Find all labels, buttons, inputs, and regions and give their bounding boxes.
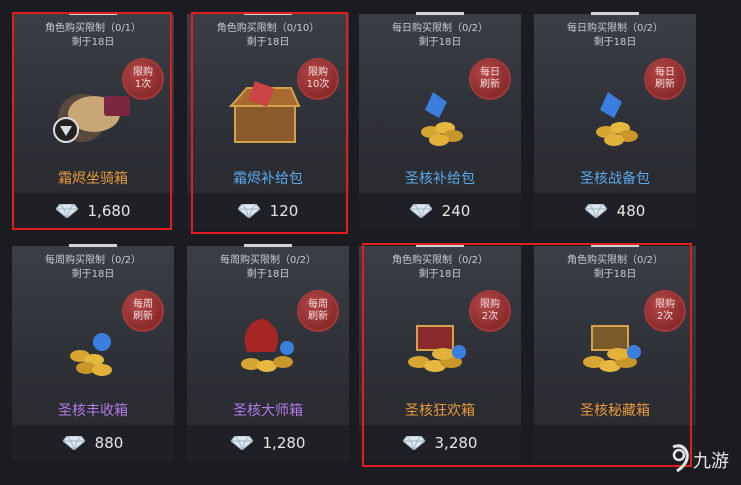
purchase-limit: 角色购买限制（0/10） xyxy=(216,23,320,34)
purchase-limit: 每日购买限制（0/2） xyxy=(391,23,489,34)
price-value: 1,280 xyxy=(262,434,306,452)
purchase-limit: 每周购买限制（0/2） xyxy=(44,255,142,266)
limit-stamp: 限购 1次 xyxy=(122,58,164,100)
diamond-icon xyxy=(409,204,432,218)
price-value: 240 xyxy=(441,202,471,220)
nine-game-logo-icon: 九游 xyxy=(672,444,729,473)
purchase-limit: 角色购买限制（0/2） xyxy=(566,255,664,266)
item-name: 圣核秘藏箱 xyxy=(580,403,650,419)
time-remaining: 剩于18日 xyxy=(246,37,290,48)
price-bar[interactable]: 1,280 xyxy=(187,425,349,461)
price-value: 480 xyxy=(616,202,646,220)
price-value: 880 xyxy=(94,434,124,452)
shop-card[interactable]: 角色购买限制（0/2） 剩于18日 限购 2次 圣核狂欢箱 3,280 xyxy=(359,244,521,461)
time-remaining: 剩于18日 xyxy=(418,269,462,280)
svg-text:九游: 九游 xyxy=(693,451,729,472)
price-value: 1,680 xyxy=(87,202,131,220)
diamond-icon xyxy=(230,436,253,450)
shop-card[interactable]: 角色购买限制（0/1） 剩于18日 限购 1次 霜烬坐骑箱 1,680 xyxy=(12,12,174,229)
limit-stamp: 限购 10次 xyxy=(297,58,339,100)
purchase-limit: 每周购买限制（0/2） xyxy=(219,255,317,266)
purchase-limit: 每日购买限制（0/2） xyxy=(566,23,664,34)
divider xyxy=(69,12,117,15)
time-remaining: 剩于18日 xyxy=(71,269,115,280)
shop-card[interactable]: 每周购买限制（0/2） 剩于18日 每周 刷新 圣核丰收箱 880 xyxy=(12,244,174,461)
price-bar[interactable]: 880 xyxy=(12,425,174,461)
time-remaining: 剩于18日 xyxy=(593,269,637,280)
divider xyxy=(244,12,292,15)
shop-card[interactable]: 角色购买限制（0/10） 剩于18日 限购 10次 霜烬补给包 120 xyxy=(187,12,349,229)
limit-stamp: 每日 刷新 xyxy=(644,58,686,100)
price-bar[interactable]: 240 xyxy=(359,193,521,229)
time-remaining: 剩于18日 xyxy=(593,37,637,48)
diamond-icon xyxy=(237,204,260,218)
divider xyxy=(244,244,292,247)
purchase-limit: 角色购买限制（0/1） xyxy=(44,23,142,34)
limit-stamp: 每周 刷新 xyxy=(122,290,164,332)
diamond-icon xyxy=(62,436,85,450)
item-name: 圣核大师箱 xyxy=(233,403,303,419)
item-name: 霜烬补给包 xyxy=(233,171,303,187)
item-name: 圣核补给包 xyxy=(405,171,475,187)
shop-card[interactable]: 每日购买限制（0/2） 剩于18日 每日 刷新 圣核战备包 480 xyxy=(534,12,696,229)
price-bar[interactable]: 3,280 xyxy=(359,425,521,461)
divider xyxy=(69,244,117,247)
diamond-icon xyxy=(402,436,425,450)
item-name: 霜烬坐骑箱 xyxy=(58,171,128,187)
divider xyxy=(416,12,464,15)
divider xyxy=(416,244,464,247)
limit-stamp: 每周 刷新 xyxy=(297,290,339,332)
watermark-logo: 九游 xyxy=(667,443,733,475)
shop-card[interactable]: 角色购买限制（0/2） 剩于18日 限购 2次 圣核秘藏箱 xyxy=(534,244,696,461)
price-bar[interactable]: 480 xyxy=(534,193,696,229)
diamond-icon xyxy=(584,204,607,218)
time-remaining: 剩于18日 xyxy=(71,37,115,48)
time-remaining: 剩于18日 xyxy=(246,269,290,280)
time-remaining: 剩于18日 xyxy=(418,37,462,48)
shop-card[interactable]: 每日购买限制（0/2） 剩于18日 每日 刷新 圣核补给包 240 xyxy=(359,12,521,229)
shop-card[interactable]: 每周购买限制（0/2） 剩于18日 每周 刷新 圣核大师箱 1,280 xyxy=(187,244,349,461)
item-name: 圣核丰收箱 xyxy=(58,403,128,419)
limit-stamp: 限购 2次 xyxy=(469,290,511,332)
divider xyxy=(591,244,639,247)
diamond-icon xyxy=(55,204,78,218)
limit-stamp: 每日 刷新 xyxy=(469,58,511,100)
item-name: 圣核狂欢箱 xyxy=(405,403,475,419)
price-bar[interactable]: 120 xyxy=(187,193,349,229)
divider xyxy=(591,12,639,15)
price-value: 3,280 xyxy=(434,434,478,452)
price-bar[interactable]: 1,680 xyxy=(12,193,174,229)
limit-stamp: 限购 2次 xyxy=(644,290,686,332)
purchase-limit: 角色购买限制（0/2） xyxy=(391,255,489,266)
price-value: 120 xyxy=(269,202,299,220)
item-name: 圣核战备包 xyxy=(580,171,650,187)
